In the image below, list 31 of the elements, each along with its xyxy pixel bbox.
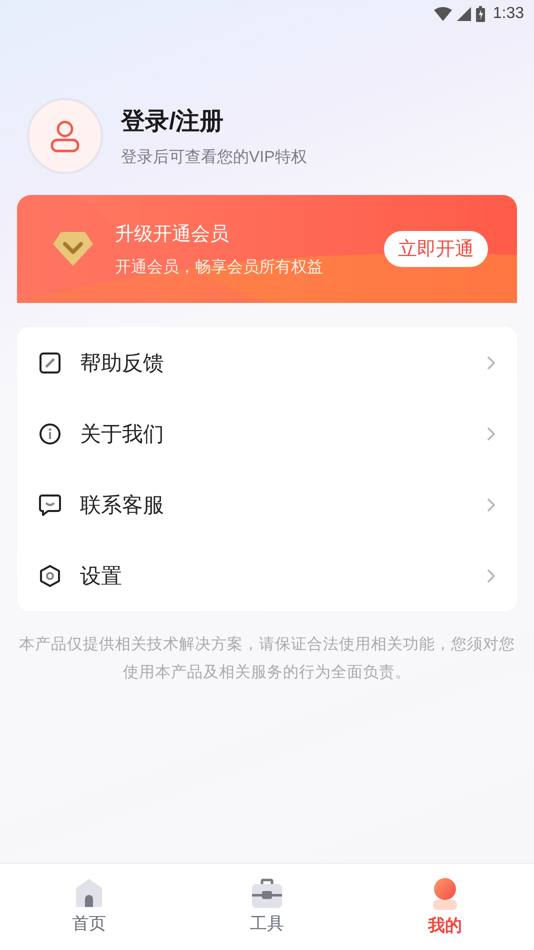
menu-item[interactable]: 联系客服 (17, 469, 517, 540)
signal-icon (456, 7, 471, 21)
vip-banner[interactable]: 升级开通会员 开通会员，畅享会员所有权益 立即开通 (17, 195, 517, 303)
wifi-icon (434, 7, 452, 21)
activate-button[interactable]: 立即开通 (384, 231, 488, 267)
edit-icon (39, 352, 61, 374)
login-hint: 登录后可查看您的VIP特权 (121, 148, 307, 168)
settings-icon (39, 564, 61, 586)
login-link[interactable]: 登录/注册 (121, 104, 307, 136)
chat-icon (39, 494, 61, 516)
battery-icon (476, 6, 485, 22)
tab[interactable]: 工具 (178, 864, 356, 950)
chevron-icon (487, 568, 495, 582)
info-icon (39, 422, 61, 444)
vip-title: 升级开通会员 (115, 222, 230, 246)
diamond-icon (53, 232, 93, 266)
status-time: 1:33 (492, 5, 524, 23)
vip-subtitle: 开通会员，畅享会员所有权益 (115, 258, 324, 278)
tab[interactable]: 首页 (0, 864, 178, 950)
chevron-icon (487, 426, 495, 440)
house-icon (75, 878, 103, 908)
chevron-icon (487, 498, 495, 512)
tab[interactable]: 我的 (356, 864, 534, 950)
menu-item[interactable]: 帮助反馈 (17, 327, 517, 398)
disclaimer-text: 本产品仅提供相关技术解决方案，请保证合法使用相关功能，您须对您使用本产品及相关服务的行为全面负责。 (18, 634, 516, 683)
menu-item[interactable]: 关于我们 (17, 398, 517, 469)
chevron-icon (487, 356, 495, 370)
menu-item[interactable]: 设置 (17, 540, 517, 611)
toolbox-icon (252, 878, 282, 908)
person-icon (432, 878, 458, 910)
user-icon (48, 119, 82, 153)
